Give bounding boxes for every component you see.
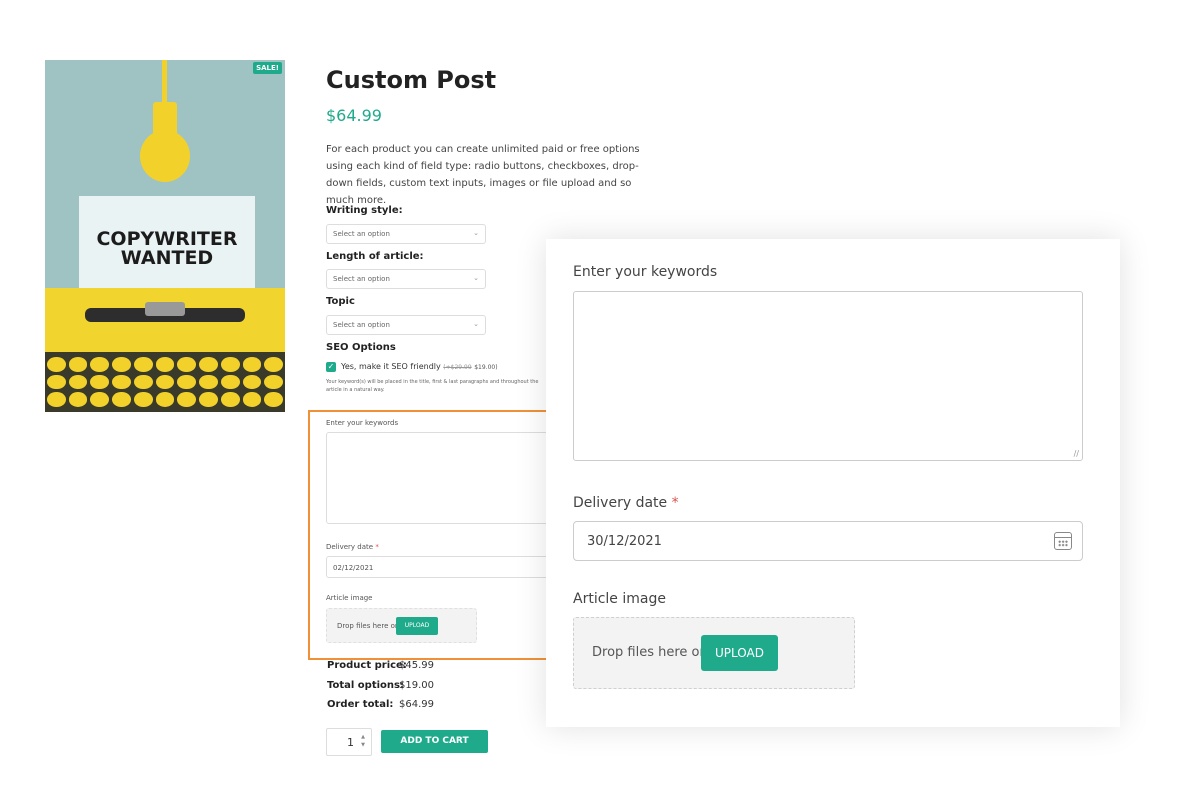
mini-keywords-textarea[interactable] bbox=[326, 432, 556, 524]
delivery-date-label-text: Delivery date bbox=[573, 495, 668, 511]
delivery-date-value: 30/12/2021 bbox=[587, 534, 662, 549]
product-price-value: $45.99 bbox=[399, 660, 434, 671]
zoomed-form-panel: Enter your keywords ∕∕ Delivery date * 3… bbox=[546, 239, 1120, 727]
upload-button[interactable]: UPLOAD bbox=[701, 635, 778, 671]
seo-new-price: $19.00) bbox=[474, 364, 498, 371]
resize-handle-icon[interactable]: ∕∕ bbox=[1074, 449, 1079, 458]
mini-drop-text: Drop files here or bbox=[337, 622, 398, 630]
mini-drop-zone[interactable]: Drop files here or UPLOAD bbox=[326, 608, 477, 643]
seo-old-price: (+$29.99 bbox=[443, 364, 472, 371]
seo-checkbox-label: Yes, make it SEO friendly (+$29.99 $19.0… bbox=[341, 362, 498, 371]
product-price-label: Product price: bbox=[327, 660, 407, 671]
poster-line-2: WANTED bbox=[120, 247, 214, 269]
length-label: Length of article: bbox=[326, 251, 424, 262]
typewriter bbox=[45, 288, 285, 358]
writing-style-select[interactable]: Select an option ⌄ bbox=[326, 224, 486, 244]
total-options-label: Total options: bbox=[327, 680, 404, 691]
length-select[interactable]: Select an option ⌄ bbox=[326, 269, 486, 289]
seo-note: Your keyword(s) will be placed in the ti… bbox=[326, 379, 539, 393]
mini-delivery-date-input[interactable]: 02/12/2021 bbox=[326, 556, 556, 578]
required-mark: * bbox=[375, 543, 379, 551]
product-image: COPYWRITER WANTED SALE! bbox=[45, 60, 285, 412]
mini-keywords-label: Enter your keywords bbox=[326, 419, 399, 427]
mini-delivery-date-label: Delivery date * bbox=[326, 543, 379, 551]
writing-style-placeholder: Select an option bbox=[333, 230, 390, 238]
typewriter-keys bbox=[45, 352, 285, 412]
order-total-label: Order total: bbox=[327, 699, 394, 710]
article-image-label: Article image bbox=[573, 591, 666, 607]
drop-zone[interactable]: Drop files here or UPLOAD bbox=[573, 617, 855, 689]
quantity-value: 1 bbox=[347, 736, 354, 749]
delivery-date-input[interactable]: 30/12/2021 bbox=[573, 521, 1083, 561]
light-bulb bbox=[140, 130, 190, 182]
mini-upload-button[interactable]: UPLOAD bbox=[396, 617, 438, 635]
length-placeholder: Select an option bbox=[333, 275, 390, 283]
chevron-down-icon: ⌄ bbox=[473, 229, 479, 237]
add-to-cart-button[interactable]: ADD TO CART bbox=[381, 730, 488, 753]
topic-label: Topic bbox=[326, 296, 355, 307]
product-price: $64.99 bbox=[326, 106, 382, 125]
chevron-down-icon: ⌄ bbox=[473, 320, 479, 328]
product-description: For each product you can create unlimite… bbox=[326, 144, 640, 206]
chevron-down-icon: ⌄ bbox=[473, 274, 479, 282]
mini-article-image-label: Article image bbox=[326, 594, 373, 602]
typewriter-roller bbox=[145, 302, 185, 316]
topic-select[interactable]: Select an option ⌄ bbox=[326, 315, 486, 335]
poster-text: COPYWRITER WANTED bbox=[79, 230, 255, 268]
seo-options-label: SEO Options bbox=[326, 342, 396, 353]
writing-style-label: Writing style: bbox=[326, 205, 403, 216]
spinner-arrows-icon[interactable]: ▲ ▼ bbox=[361, 733, 365, 749]
quantity-stepper[interactable]: 1 ▲ ▼ bbox=[326, 728, 372, 756]
seo-checkbox-text: Yes, make it SEO friendly bbox=[341, 362, 441, 371]
calendar-icon[interactable] bbox=[1054, 532, 1072, 550]
seo-checkbox[interactable]: ✓ bbox=[326, 362, 336, 372]
topic-placeholder: Select an option bbox=[333, 321, 390, 329]
keywords-label: Enter your keywords bbox=[573, 264, 718, 280]
keywords-textarea[interactable]: ∕∕ bbox=[573, 291, 1083, 461]
sale-badge: SALE! bbox=[253, 62, 282, 74]
total-options-value: $19.00 bbox=[399, 680, 434, 691]
checkmark-icon: ✓ bbox=[327, 362, 335, 371]
required-mark: * bbox=[671, 495, 679, 511]
drop-text: Drop files here or bbox=[592, 645, 705, 660]
lamp-cord bbox=[162, 60, 167, 106]
mini-date-label-text: Delivery date bbox=[326, 543, 374, 551]
delivery-date-label: Delivery date * bbox=[573, 495, 679, 511]
product-title: Custom Post bbox=[326, 66, 497, 94]
order-total-value: $64.99 bbox=[399, 699, 434, 710]
